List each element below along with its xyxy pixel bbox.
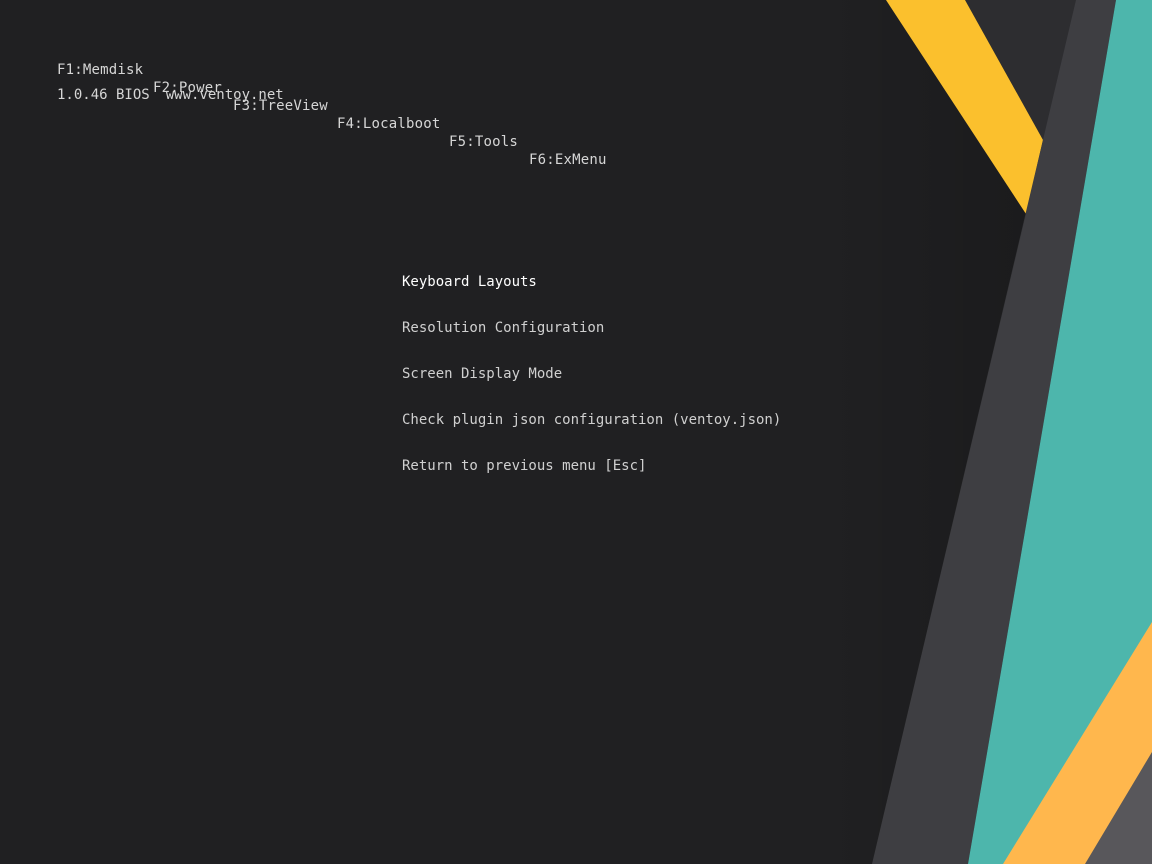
hotkey-localboot[interactable]: F4:Localboot [337, 115, 441, 133]
version-text: 1.0.46 BIOS [57, 87, 150, 103]
background-art [820, 0, 1152, 864]
hotkey-bar: F1:Memdisk F2:Power F3:TreeView F4:Local… [57, 43, 606, 187]
menu-item-check-plugin-json[interactable]: Check plugin json configuration (ventoy.… [402, 411, 781, 429]
website-text: www.ventoy.net [165, 87, 284, 103]
hotkey-memdisk[interactable]: F1:Memdisk [57, 61, 143, 79]
hotkey-tools[interactable]: F5:Tools [449, 133, 518, 151]
menu-item-resolution-configuration[interactable]: Resolution Configuration [402, 319, 604, 337]
boot-menu-screen: F1:Memdisk F2:Power F3:TreeView F4:Local… [0, 0, 1152, 864]
version-line: 1.0.46 BIOS www.ventoy.net [57, 86, 284, 104]
menu-item-return-previous[interactable]: Return to previous menu [Esc] [402, 457, 646, 475]
hotkey-exmenu[interactable]: F6:ExMenu [529, 151, 607, 169]
menu-item-keyboard-layouts[interactable]: Keyboard Layouts [402, 273, 537, 291]
menu-item-screen-display-mode[interactable]: Screen Display Mode [402, 365, 562, 383]
